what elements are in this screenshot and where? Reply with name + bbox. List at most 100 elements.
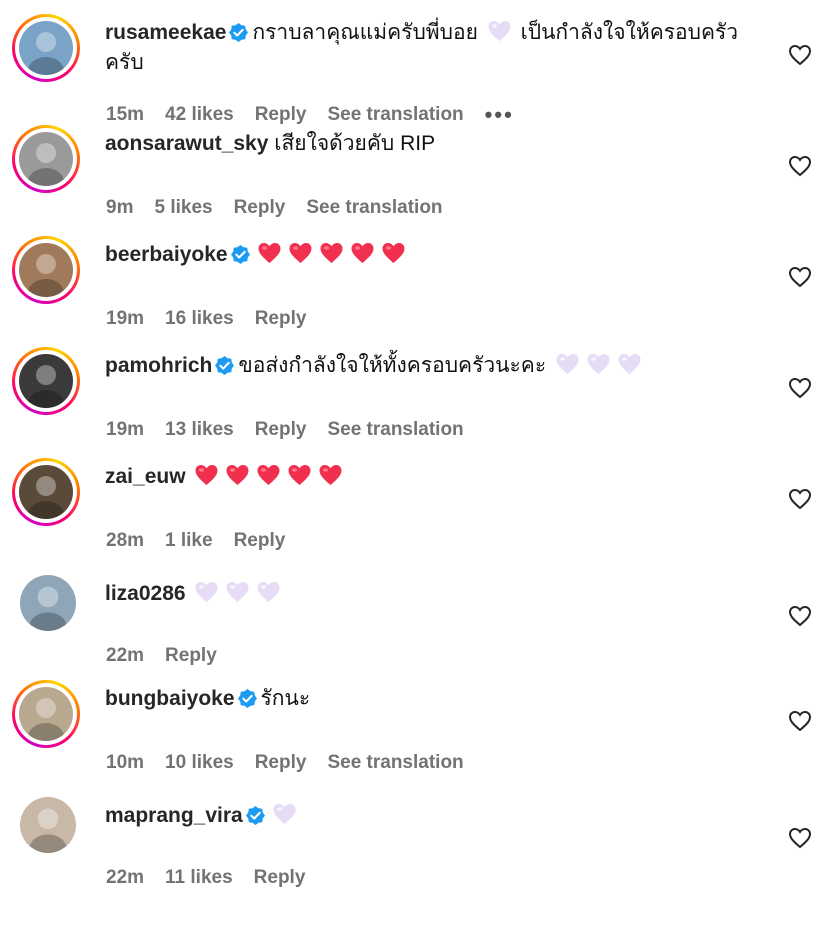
likes-count[interactable]: 42 likes: [165, 104, 234, 126]
red-heart-emoji: [319, 465, 342, 485]
like-heart-icon[interactable]: [788, 488, 812, 510]
profile-picture: [19, 243, 73, 297]
red-heart-emoji: [320, 243, 343, 263]
comment-timestamp[interactable]: 19m: [106, 308, 144, 330]
comment-meta: 19m 16 likes Reply: [106, 308, 306, 330]
profile-picture: [20, 797, 76, 853]
likes-count[interactable]: 5 likes: [154, 197, 212, 219]
reply-button[interactable]: Reply: [234, 197, 286, 219]
comment-text: maprang_vira: [105, 801, 760, 831]
comment-timestamp[interactable]: 22m: [106, 645, 144, 667]
lavender-heart-emoji: [195, 582, 218, 602]
avatar-frame: [15, 239, 77, 301]
username-link[interactable]: bungbaiyoke: [105, 687, 235, 710]
likes-count[interactable]: 16 likes: [165, 308, 234, 330]
avatar-frame: [15, 17, 77, 79]
lavender-heart-emoji: [488, 21, 511, 41]
comment-meta: 9m 5 likes Reply See translation: [106, 197, 443, 219]
red-heart-emoji: [382, 243, 405, 263]
red-heart-emoji: [257, 465, 280, 485]
like-heart-icon[interactable]: [788, 155, 812, 177]
comment-body: รักนะ: [260, 687, 311, 710]
avatar-frame: [20, 575, 76, 631]
username-link[interactable]: liza0286: [105, 582, 186, 605]
see-translation-button[interactable]: See translation: [327, 104, 463, 126]
verified-badge-icon: [230, 245, 250, 264]
comment-row: maprang_vira 22m 11 likes Reply: [0, 791, 820, 902]
avatar[interactable]: [20, 575, 76, 631]
reply-button[interactable]: Reply: [234, 530, 286, 552]
avatar[interactable]: [20, 797, 76, 853]
red-heart-emoji: [288, 465, 311, 485]
likes-count[interactable]: 10 likes: [165, 752, 234, 774]
verified-badge-icon: [245, 806, 265, 825]
likes-count[interactable]: 11 likes: [165, 867, 233, 889]
red-heart-emoji: [195, 465, 218, 485]
username-link[interactable]: rusameekae: [105, 21, 226, 44]
avatar-frame: [15, 350, 77, 412]
comment-meta: 28m 1 like Reply: [106, 530, 285, 552]
comment-meta: 10m 10 likes Reply See translation: [106, 752, 464, 774]
like-heart-icon[interactable]: [788, 710, 812, 732]
like-heart-icon[interactable]: [788, 605, 812, 627]
reply-button[interactable]: Reply: [255, 308, 307, 330]
reply-button[interactable]: Reply: [255, 104, 307, 126]
like-heart-icon[interactable]: [788, 266, 812, 288]
see-translation-button[interactable]: See translation: [327, 752, 463, 774]
comment-meta: 15m 42 likes Reply See translation •••: [106, 104, 514, 126]
comment-body: เสียใจด้วยคับ RIP: [274, 132, 436, 155]
reply-button[interactable]: Reply: [165, 645, 217, 667]
username-link[interactable]: zai_euw: [105, 465, 186, 488]
comment-text: beerbaiyoke: [105, 240, 760, 270]
comment-row: pamohrich ขอส่งกำลังใจให้ทั้งครอบครัวนะคะ…: [0, 347, 820, 458]
like-heart-icon[interactable]: [788, 377, 812, 399]
username-link[interactable]: aonsarawut_sky: [105, 132, 268, 155]
username-link[interactable]: pamohrich: [105, 354, 212, 377]
see-translation-button[interactable]: See translation: [306, 197, 442, 219]
profile-picture: [19, 465, 73, 519]
see-translation-button[interactable]: See translation: [327, 419, 463, 441]
avatar[interactable]: [12, 125, 80, 193]
profile-picture: [19, 687, 73, 741]
comment-timestamp[interactable]: 22m: [106, 867, 144, 889]
avatar[interactable]: [12, 14, 80, 82]
profile-picture: [19, 354, 73, 408]
like-heart-icon[interactable]: [788, 827, 812, 849]
comment-timestamp[interactable]: 28m: [106, 530, 144, 552]
like-heart-icon[interactable]: [788, 44, 812, 66]
avatar[interactable]: [12, 236, 80, 304]
username-link[interactable]: maprang_vira: [105, 804, 243, 827]
comment-row: zai_euw 28m 1 like Reply: [0, 458, 820, 569]
lavender-heart-emoji: [556, 354, 579, 374]
profile-picture: [20, 575, 76, 631]
likes-count[interactable]: 13 likes: [165, 419, 234, 441]
avatar[interactable]: [12, 458, 80, 526]
comment-row: liza0286 22m Reply: [0, 569, 820, 680]
lavender-heart-emoji: [587, 354, 610, 374]
lavender-heart-emoji: [257, 582, 280, 602]
avatar[interactable]: [12, 347, 80, 415]
comment-text: bungbaiyoke รักนะ: [105, 684, 760, 714]
verified-badge-icon: [215, 356, 235, 375]
reply-button[interactable]: Reply: [255, 419, 307, 441]
comment-timestamp[interactable]: 10m: [106, 752, 144, 774]
likes-count[interactable]: 1 like: [165, 530, 213, 552]
avatar[interactable]: [12, 680, 80, 748]
red-heart-emoji: [258, 243, 281, 263]
comment-text: aonsarawut_sky เสียใจด้วยคับ RIP: [105, 129, 760, 159]
comment-row: rusameekae กราบลาคุณแม่ครับพี่บอย เป็นกำล…: [0, 14, 820, 126]
verified-badge-icon: [237, 689, 257, 708]
avatar-frame: [15, 461, 77, 523]
reply-button[interactable]: Reply: [254, 867, 306, 889]
comment-timestamp[interactable]: 15m: [106, 104, 144, 126]
verified-badge-icon: [229, 23, 249, 42]
username-link[interactable]: beerbaiyoke: [105, 243, 228, 266]
reply-button[interactable]: Reply: [255, 752, 307, 774]
comment-row: beerbaiyoke 19m 16 likes Reply: [0, 236, 820, 347]
comment-timestamp[interactable]: 19m: [106, 419, 144, 441]
comment-row: bungbaiyoke รักนะ 10m 10 likes Reply See tra…: [0, 680, 820, 791]
more-options-icon[interactable]: •••: [485, 104, 514, 126]
comment-meta: 22m Reply: [106, 645, 217, 667]
comment-timestamp[interactable]: 9m: [106, 197, 133, 219]
avatar-frame: [20, 797, 76, 853]
